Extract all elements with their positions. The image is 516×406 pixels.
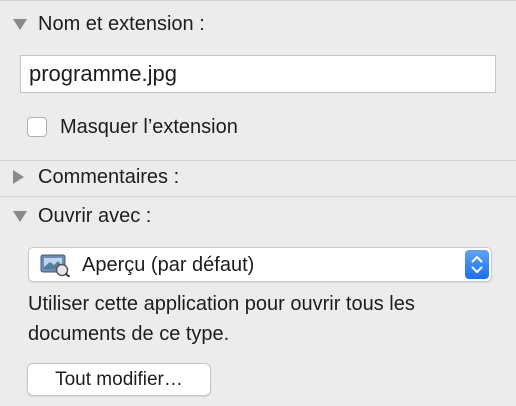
section-divider-1 xyxy=(0,160,516,161)
open-with-description: Utiliser cette application pour ouvrir t… xyxy=(28,293,415,345)
change-all-button[interactable]: Tout modifier… xyxy=(27,363,211,396)
open-with-popup[interactable]: Aperçu (par défaut) xyxy=(28,247,492,282)
preview-app-icon xyxy=(40,254,70,277)
comments-header[interactable]: Commentaires : xyxy=(0,162,516,192)
comments-title: Commentaires : xyxy=(38,165,180,188)
hide-extension-label: Masquer l’extension xyxy=(60,115,238,138)
selected-app-label: Aperçu (par défaut) xyxy=(82,254,255,276)
section-divider-2 xyxy=(0,196,516,197)
name-extension-title: Nom et extension : xyxy=(38,12,205,35)
disclosure-expanded-icon[interactable] xyxy=(13,18,27,30)
top-divider xyxy=(0,0,516,1)
hide-extension-checkbox[interactable] xyxy=(27,117,47,137)
disclosure-collapsed-icon[interactable] xyxy=(13,170,24,184)
popup-stepper[interactable] xyxy=(465,250,489,279)
name-extension-header[interactable]: Nom et extension : xyxy=(0,9,516,39)
chevron-up-down-icon xyxy=(471,256,483,273)
disclosure-expanded-icon[interactable] xyxy=(13,210,27,222)
open-with-title: Ouvrir avec : xyxy=(38,204,152,227)
filename-input[interactable] xyxy=(20,55,496,93)
hide-extension-row[interactable]: Masquer l’extension xyxy=(27,113,238,141)
open-with-header[interactable]: Ouvrir avec : xyxy=(0,201,516,231)
